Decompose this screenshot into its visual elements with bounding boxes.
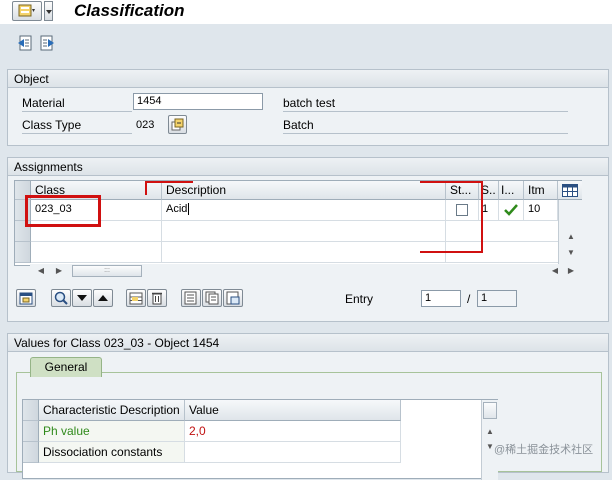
paste-icon xyxy=(226,291,240,305)
text-cursor xyxy=(188,203,190,216)
row-selector[interactable] xyxy=(23,421,39,442)
red-annotation-line xyxy=(420,181,482,183)
detail-icon xyxy=(19,292,33,304)
delete-row-icon xyxy=(152,292,162,305)
insert-row-icon xyxy=(129,292,143,304)
find-button[interactable] xyxy=(51,289,71,307)
characteristics-table: Characteristic Description Value Ph valu… xyxy=(22,399,498,480)
application-toolbar xyxy=(0,24,612,62)
description-cell[interactable]: Acid xyxy=(162,200,446,221)
value-cell[interactable] xyxy=(185,442,401,463)
value-cell[interactable]: 2,0 xyxy=(185,421,401,442)
move-up-icon xyxy=(98,295,108,301)
entry-label: Entry xyxy=(345,292,374,306)
table-settings-button[interactable] xyxy=(558,181,582,200)
menu-button[interactable] xyxy=(12,1,42,21)
entry-separator: / xyxy=(467,292,471,306)
row-selector[interactable] xyxy=(15,242,31,263)
vertical-scrollbar[interactable]: ▲ ▼ xyxy=(558,200,582,265)
material-field[interactable]: 1454 xyxy=(133,93,263,110)
class-type-value-help[interactable] xyxy=(168,115,187,134)
scroll-right-icon[interactable]: ▶ xyxy=(566,266,576,276)
title-bar: Classification xyxy=(0,0,612,24)
class-cell[interactable] xyxy=(31,242,162,263)
menu-dropdown-button[interactable] xyxy=(44,1,53,21)
scroll-up-icon[interactable]: ▲ xyxy=(559,232,583,242)
horizontal-scrollbar[interactable]: ◀ ▶ ::: ◀ ▶ xyxy=(30,264,582,278)
delete-row-button[interactable] xyxy=(147,289,167,307)
col-characteristic-description[interactable]: Characteristic Description xyxy=(39,400,185,421)
col-item[interactable]: Itm xyxy=(524,181,558,200)
material-description: batch test xyxy=(283,95,568,112)
scroll-down-icon[interactable]: ▼ xyxy=(559,248,583,258)
description-cell[interactable] xyxy=(162,242,446,263)
values-heading: Values for Class 023_03 - Object 1454 xyxy=(8,334,608,352)
select-block-icon xyxy=(184,291,197,305)
watermark: @稀土掘金技术社区 xyxy=(494,444,594,456)
i-cell xyxy=(499,200,524,221)
paste-button[interactable] xyxy=(223,289,243,307)
scroll-thumb[interactable]: ::: xyxy=(72,265,142,277)
next-object-icon xyxy=(40,35,54,51)
description-cell[interactable] xyxy=(162,221,446,242)
move-down-button[interactable] xyxy=(72,289,92,307)
scroll-right-icon[interactable]: ▶ xyxy=(54,266,64,276)
object-group: Object Material 1454 batch test Class Ty… xyxy=(7,69,609,146)
material-label: Material xyxy=(22,95,132,112)
col-value[interactable]: Value xyxy=(185,400,401,421)
insert-row-button[interactable] xyxy=(126,289,146,307)
next-object-button[interactable] xyxy=(38,34,56,52)
class-type-field[interactable]: 023 xyxy=(136,117,154,134)
description-text: Acid xyxy=(166,203,188,215)
red-annotation-line xyxy=(145,181,193,183)
col-i[interactable]: I... xyxy=(499,181,524,200)
table-settings-icon xyxy=(562,183,578,197)
object-heading: Object xyxy=(8,70,608,88)
entry-total: 1 xyxy=(477,290,517,307)
chevron-down-icon xyxy=(45,10,52,14)
page-title: Classification xyxy=(74,1,185,20)
class-type-label: Class Type xyxy=(22,117,132,134)
status-checkbox[interactable] xyxy=(456,204,468,216)
red-annotation-line xyxy=(481,181,483,253)
class-type-description: Batch xyxy=(283,117,568,134)
row-selector[interactable] xyxy=(23,442,39,463)
values-group: Values for Class 023_03 - Object 1454 Ge… xyxy=(7,333,609,480)
possible-entries-icon xyxy=(171,118,184,131)
col-status[interactable]: St... xyxy=(446,181,479,200)
assignments-group: Assignments Class Description St... S.. … xyxy=(7,157,609,322)
scroll-up-icon[interactable]: ▲ xyxy=(482,427,498,437)
empty-cell xyxy=(446,221,558,242)
red-annotation-line xyxy=(145,181,147,195)
vertical-scrollbar[interactable]: ▲ ▼ xyxy=(481,400,498,480)
tab-general[interactable]: General xyxy=(30,357,102,377)
item-cell[interactable]: 10 xyxy=(524,200,558,221)
characteristic-cell: Dissociation constants xyxy=(39,442,185,463)
col-description[interactable]: Description xyxy=(162,181,446,200)
checkmark-icon xyxy=(504,204,518,216)
detail-button[interactable] xyxy=(16,289,36,307)
entry-field[interactable]: 1 xyxy=(421,290,461,307)
move-down-icon xyxy=(77,295,87,301)
move-up-button[interactable] xyxy=(93,289,113,307)
status-cell xyxy=(446,200,479,221)
red-annotation-line xyxy=(420,251,483,253)
prev-object-button[interactable] xyxy=(16,34,34,52)
assignments-heading: Assignments xyxy=(8,158,608,176)
select-block-button[interactable] xyxy=(181,289,201,307)
menu-icon xyxy=(18,4,35,17)
highlight-box xyxy=(25,195,101,227)
scroll-left-icon[interactable]: ◀ xyxy=(36,266,46,276)
prev-object-icon xyxy=(18,35,32,51)
copy-button[interactable] xyxy=(202,289,222,307)
scroll-thumb[interactable] xyxy=(483,402,497,419)
copy-icon xyxy=(205,291,219,305)
scroll-left-icon[interactable]: ◀ xyxy=(550,266,560,276)
select-all-cell[interactable] xyxy=(23,400,39,421)
characteristic-cell: Ph value xyxy=(39,421,185,442)
find-icon xyxy=(54,291,68,305)
